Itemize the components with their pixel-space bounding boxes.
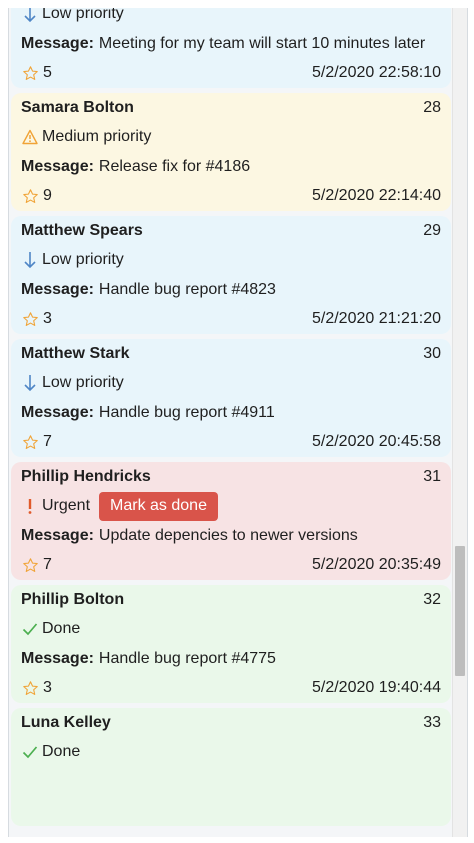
- star-icon[interactable]: [21, 555, 39, 575]
- task-card-header: Matthew Stark 30: [21, 339, 441, 369]
- star-icon[interactable]: [21, 309, 39, 329]
- task-card-header: Samara Bolton 28: [21, 93, 441, 123]
- task-footer: 9 5/2/2020 22:14:40: [21, 182, 441, 212]
- message-label: Message:: [21, 157, 94, 175]
- message-label: Message:: [21, 526, 94, 544]
- arrow-down-icon: [21, 8, 39, 24]
- task-list: Low priority Message: Meeting for my tea…: [11, 8, 451, 831]
- task-message: Handle bug report #4823: [98, 280, 276, 298]
- task-message-row: Message: Handle bug report #4775: [21, 644, 441, 674]
- task-card: Phillip Bolton 32 Done Message: Handle b…: [11, 585, 451, 703]
- task-priority-label: Low priority: [42, 8, 124, 23]
- task-message: Release fix for #4186: [98, 157, 251, 175]
- star-icon[interactable]: [21, 186, 39, 206]
- message-label: Message:: [21, 280, 94, 298]
- task-number: 31: [423, 467, 441, 485]
- task-timestamp: 5/2/2020 20:35:49: [311, 556, 441, 574]
- task-priority-row: Medium priority: [21, 123, 441, 153]
- task-footer: 5 5/2/2020 22:58:10: [21, 59, 441, 89]
- star-count: 3: [43, 679, 52, 697]
- task-message-row: Message: Release fix for #4186: [21, 152, 441, 182]
- task-card: Low priority Message: Meeting for my tea…: [11, 8, 451, 88]
- task-message: Handle bug report #4775: [98, 649, 276, 667]
- task-assignee: Samara Bolton: [21, 98, 134, 116]
- task-footer: [21, 797, 441, 827]
- task-number: 29: [423, 221, 441, 239]
- message-label: Message:: [21, 34, 94, 52]
- task-priority-label: Medium priority: [42, 128, 152, 146]
- star-count: 7: [43, 556, 52, 574]
- task-priority-label: Done: [42, 743, 81, 761]
- vertical-scrollbar[interactable]: [452, 8, 467, 837]
- task-message-row: Message: Meeting for my team will start …: [21, 29, 441, 59]
- task-priority-label: Low priority: [42, 374, 124, 392]
- task-timestamp: 5/2/2020 22:58:10: [311, 64, 441, 82]
- task-card-header: Phillip Bolton 32: [21, 585, 441, 615]
- task-priority-row: Urgent Mark as done: [21, 491, 441, 522]
- star-icon[interactable]: [21, 678, 39, 698]
- mark-as-done-button[interactable]: Mark as done: [99, 491, 218, 521]
- star-count: 7: [43, 433, 52, 451]
- task-assignee: Phillip Hendricks: [21, 467, 151, 485]
- arrow-down-icon: [21, 373, 39, 393]
- task-message-row: Message: Handle bug report #4911: [21, 398, 441, 428]
- task-card: Matthew Stark 30 Low priority Message: H…: [11, 339, 451, 457]
- task-footer: 3 5/2/2020 21:21:20: [21, 305, 441, 335]
- task-card: Samara Bolton 28 Medium priority Message…: [11, 93, 451, 211]
- task-priority-row: Done: [21, 738, 441, 768]
- task-card-header: Matthew Spears 29: [21, 216, 441, 246]
- task-message: Update depencies to newer versions: [98, 526, 358, 544]
- task-timestamp: 5/2/2020 21:21:20: [311, 310, 441, 328]
- task-priority-row: Done: [21, 615, 441, 645]
- star-count: 5: [43, 64, 52, 82]
- message-label: Message:: [21, 649, 94, 667]
- task-priority-label: Low priority: [42, 251, 124, 269]
- task-message-row: [21, 767, 441, 797]
- task-list-viewport: Low priority Message: Meeting for my tea…: [8, 8, 468, 837]
- task-card-header: Luna Kelley 33: [21, 708, 441, 738]
- task-footer: 7 5/2/2020 20:45:58: [21, 428, 441, 458]
- task-card-header: Phillip Hendricks 31: [21, 462, 441, 492]
- star-count: 3: [43, 310, 52, 328]
- task-message: Meeting for my team will start 10 minute…: [98, 34, 426, 52]
- task-number: 28: [423, 98, 441, 116]
- task-card: Phillip Hendricks 31 Urgent Mark as done…: [11, 462, 451, 580]
- checkmark-icon: [21, 742, 39, 762]
- task-timestamp: 5/2/2020 19:40:44: [311, 679, 441, 697]
- message-label: Message:: [21, 403, 94, 421]
- task-number: 30: [423, 344, 441, 362]
- task-assignee: Phillip Bolton: [21, 590, 125, 608]
- star-icon[interactable]: [21, 432, 39, 452]
- task-priority-label: Done: [42, 620, 81, 638]
- task-footer: 7 5/2/2020 20:35:49: [21, 551, 441, 581]
- star-count: 9: [43, 187, 52, 205]
- task-footer: 3 5/2/2020 19:40:44: [21, 674, 441, 704]
- scrollbar-thumb[interactable]: [455, 546, 465, 676]
- arrow-down-icon: [21, 250, 39, 270]
- task-number: 33: [423, 713, 441, 731]
- task-message-row: Message: Handle bug report #4823: [21, 275, 441, 305]
- task-number: 32: [423, 590, 441, 608]
- checkmark-icon: [21, 619, 39, 639]
- warning-triangle-icon: [21, 127, 39, 147]
- task-message-row: Message: Update depencies to newer versi…: [21, 521, 441, 551]
- task-priority-label: Urgent: [42, 497, 91, 515]
- task-message: Handle bug report #4911: [98, 403, 275, 421]
- task-assignee: Matthew Stark: [21, 344, 130, 362]
- task-assignee: Luna Kelley: [21, 713, 111, 731]
- task-card: Matthew Spears 29 Low priority Message: …: [11, 216, 451, 334]
- exclamation-icon: [21, 496, 39, 516]
- task-priority-row: Low priority: [21, 8, 441, 29]
- task-priority-row: Low priority: [21, 369, 441, 399]
- task-timestamp: 5/2/2020 20:45:58: [311, 433, 441, 451]
- task-assignee: Matthew Spears: [21, 221, 143, 239]
- task-timestamp: 5/2/2020 22:14:40: [311, 187, 441, 205]
- star-icon[interactable]: [21, 63, 39, 83]
- task-card: Luna Kelley 33 Done: [11, 708, 451, 826]
- task-priority-row: Low priority: [21, 246, 441, 276]
